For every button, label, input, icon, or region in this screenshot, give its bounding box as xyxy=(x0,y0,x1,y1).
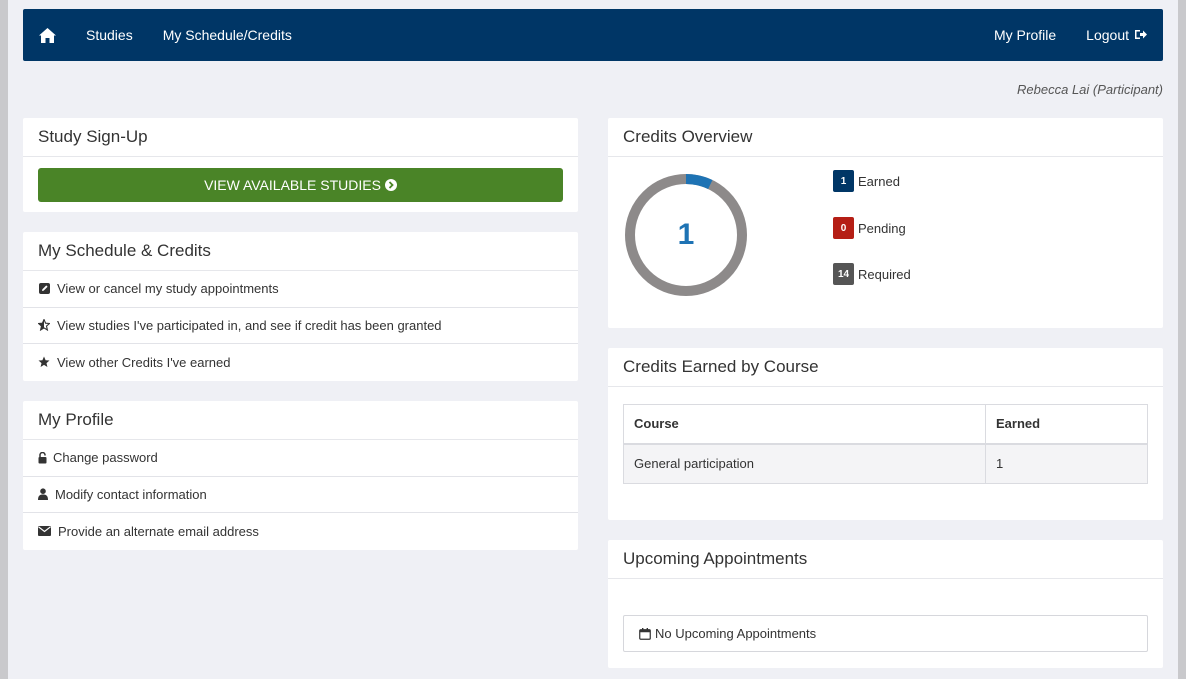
top-navbar: Studies My Schedule/Credits My Profile L… xyxy=(23,9,1163,61)
column-header-course: Course xyxy=(623,404,986,445)
star-icon xyxy=(38,356,50,368)
nav-my-profile[interactable]: My Profile xyxy=(994,27,1056,43)
link-view-other-credits[interactable]: View other Credits I've earned xyxy=(23,344,578,381)
calendar-icon xyxy=(639,627,651,640)
current-user: Rebecca Lai (Participant) xyxy=(1017,82,1163,97)
table-row: General participation 1 xyxy=(623,443,1148,484)
column-header-earned: Earned xyxy=(985,404,1148,445)
upcoming-appointments-panel: Upcoming Appointments No Upcoming Appoin… xyxy=(608,540,1163,668)
list-item-label: Provide an alternate email address xyxy=(58,523,259,539)
donut-total: 1 xyxy=(677,218,695,251)
link-view-participated-studies[interactable]: View studies I've participated in, and s… xyxy=(23,308,578,344)
view-available-studies-label: VIEW AVAILABLE STUDIES xyxy=(204,177,381,193)
home-icon[interactable] xyxy=(38,26,56,44)
required-label: Required xyxy=(858,266,911,282)
view-available-studies-button[interactable]: VIEW AVAILABLE STUDIES xyxy=(38,168,563,202)
half-star-icon xyxy=(38,319,50,332)
cell-course: General participation xyxy=(623,443,986,484)
panel-title: My Schedule & Credits xyxy=(23,232,578,271)
table-header-row: Course Earned xyxy=(623,404,1148,445)
user-icon xyxy=(38,488,48,501)
credits-overview-panel: Credits Overview 1 1 Earned 0 Pending 14… xyxy=(608,118,1163,328)
panel-title: My Profile xyxy=(23,401,578,440)
stat-required: 14 Required xyxy=(833,263,911,285)
no-appointments-text: No Upcoming Appointments xyxy=(655,626,817,641)
link-view-cancel-appointments[interactable]: View or cancel my study appointments xyxy=(23,271,578,308)
nav-my-schedule-credits[interactable]: My Schedule/Credits xyxy=(163,27,292,43)
required-badge: 14 xyxy=(833,263,854,285)
stat-earned: 1 Earned xyxy=(833,170,900,192)
edit-icon xyxy=(38,283,50,295)
pending-badge: 0 xyxy=(833,217,854,239)
sign-out-icon xyxy=(1135,27,1147,43)
credits-donut-chart: 1 xyxy=(623,172,749,298)
stat-pending: 0 Pending xyxy=(833,217,906,239)
list-item-label: View studies I've participated in, and s… xyxy=(57,317,442,333)
list-item-label: View or cancel my study appointments xyxy=(57,281,279,297)
study-signup-panel: Study Sign-Up VIEW AVAILABLE STUDIES xyxy=(23,118,578,212)
credits-by-course-panel: Credits Earned by Course Course Earned G… xyxy=(608,348,1163,520)
panel-title: Study Sign-Up xyxy=(23,118,578,157)
earned-label: Earned xyxy=(858,173,900,189)
chevron-circle-right-icon xyxy=(384,179,397,191)
page: Studies My Schedule/Credits My Profile L… xyxy=(8,0,1178,679)
earned-badge: 1 xyxy=(833,170,854,192)
list-item-label: Change password xyxy=(53,450,158,466)
nav-right-group: My Profile Logout xyxy=(964,27,1163,43)
schedule-list: View or cancel my study appointments Vie… xyxy=(23,271,578,381)
envelope-icon xyxy=(38,525,51,537)
nav-logout[interactable]: Logout xyxy=(1086,27,1147,43)
credits-by-course-table: Course Earned General participation 1 xyxy=(623,404,1148,484)
my-schedule-credits-panel: My Schedule & Credits View or cancel my … xyxy=(23,232,578,381)
nav-studies[interactable]: Studies xyxy=(86,27,133,43)
lock-icon xyxy=(38,451,47,464)
pending-label: Pending xyxy=(858,220,906,236)
list-item-label: View other Credits I've earned xyxy=(57,354,231,370)
panel-title: Upcoming Appointments xyxy=(608,540,1163,579)
panel-title: Credits Overview xyxy=(608,118,1163,157)
list-item-label: Modify contact information xyxy=(55,486,207,502)
link-change-password[interactable]: Change password xyxy=(23,440,578,477)
profile-list: Change password Modify contact informati… xyxy=(23,440,578,550)
nav-my-profile-label: My Profile xyxy=(993,27,1057,43)
nav-logout-label: Logout xyxy=(1086,27,1129,43)
no-appointments-notice: No Upcoming Appointments xyxy=(623,615,1148,652)
link-modify-contact-info[interactable]: Modify contact information xyxy=(23,477,578,513)
my-profile-panel: My Profile Change password Modify contac… xyxy=(23,401,578,550)
link-alternate-email[interactable]: Provide an alternate email address xyxy=(23,513,578,550)
panel-title: Credits Earned by Course xyxy=(608,348,1163,387)
cell-earned: 1 xyxy=(985,443,1148,484)
